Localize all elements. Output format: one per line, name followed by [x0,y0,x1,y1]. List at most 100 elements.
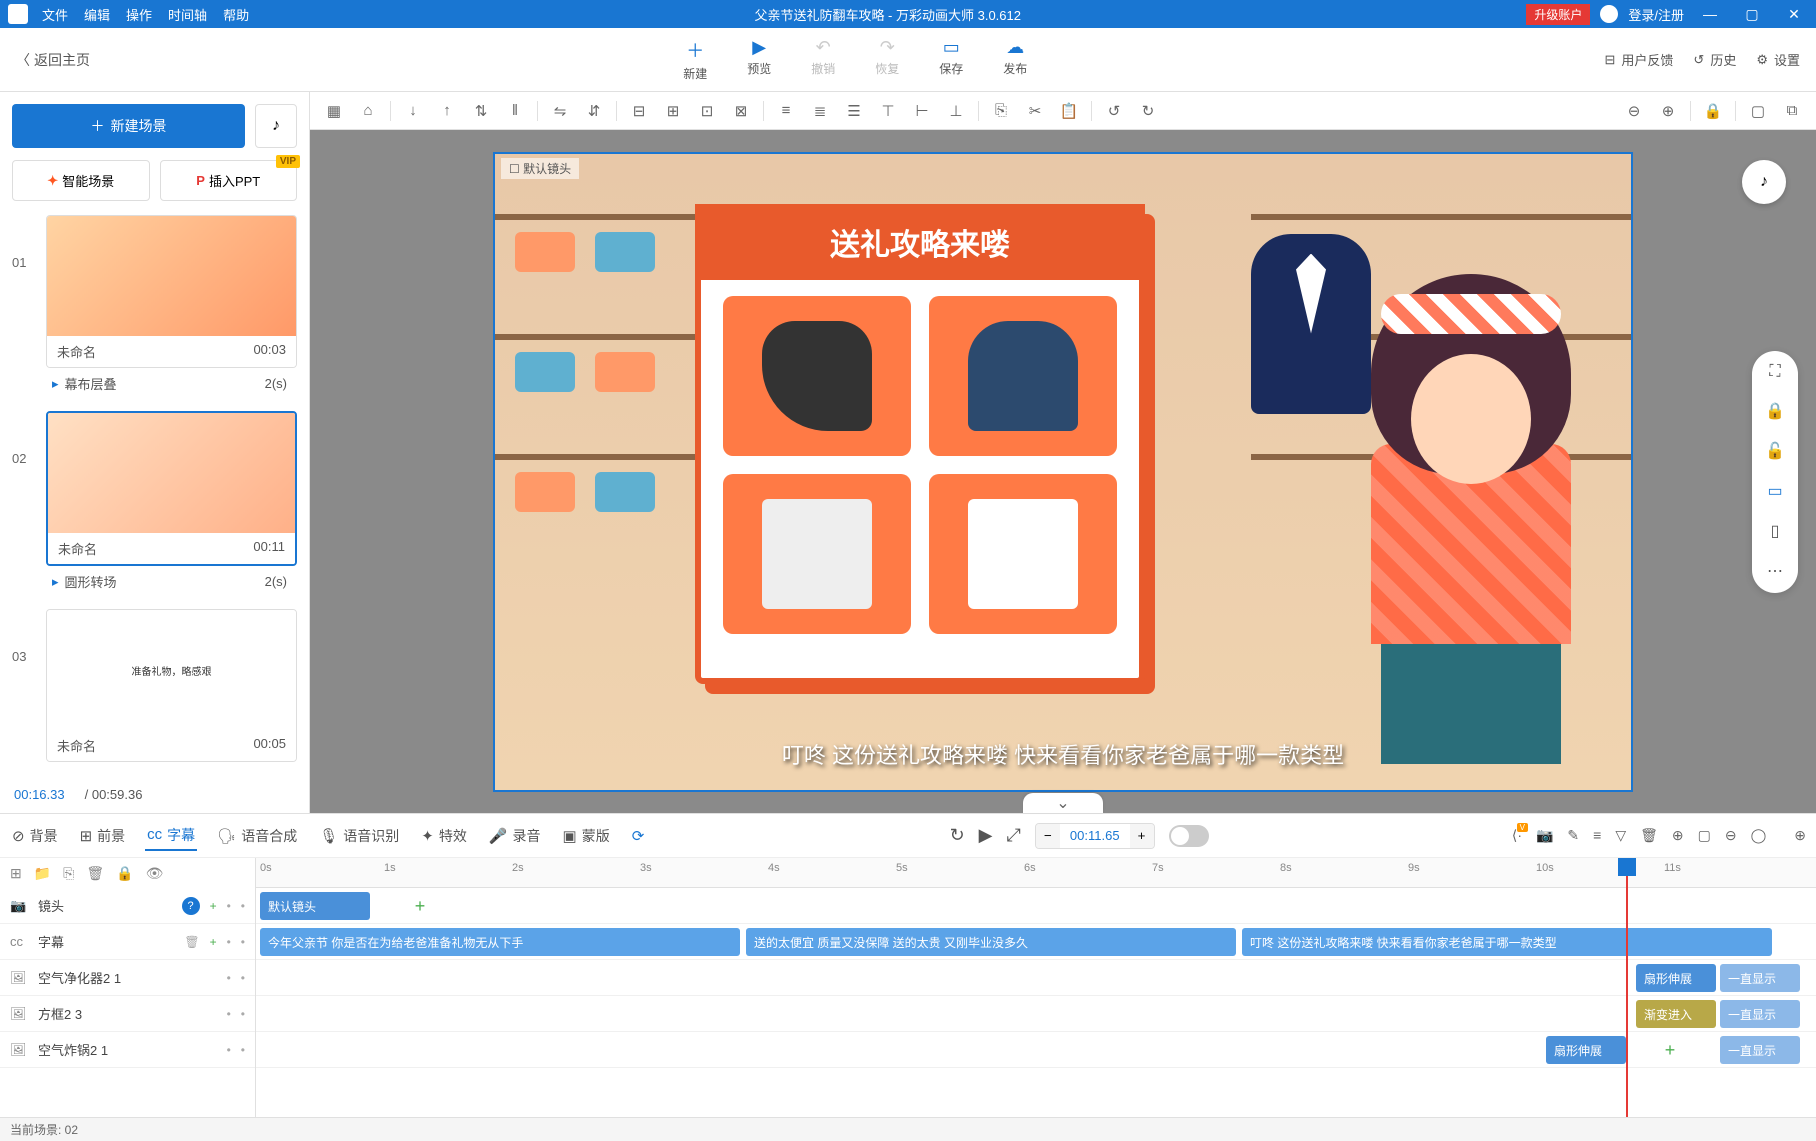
cut-icon[interactable]: ✂ [1019,97,1051,125]
canvas-music-button[interactable]: ♪ [1742,160,1786,204]
align-top-icon[interactable]: ⊤ [872,97,904,125]
add-track-icon[interactable]: ⊕ [1794,827,1806,844]
edit-icon[interactable]: ✎ [1567,827,1579,844]
play-button[interactable]: ▶ [979,825,993,846]
home-icon[interactable]: ⌂ [352,97,384,125]
dot-icon[interactable]: • [227,971,231,985]
flip-h-icon[interactable]: ⇋ [544,97,576,125]
track-header-image[interactable]: 🖼 方框2 3 • • [0,996,255,1032]
collapse-canvas-button[interactable]: ⌄ [1023,793,1103,813]
upload-icon[interactable]: ↑ [431,97,463,125]
align-mid-icon[interactable]: ⊢ [906,97,938,125]
scene-transition[interactable]: ▸圆形转场2(s) [12,566,297,597]
insert-ppt-button[interactable]: P插入PPTVIP [160,160,298,201]
tab-effects[interactable]: ✦特效 [419,822,469,850]
dot-icon[interactable]: • [227,899,231,913]
ai-scene-button[interactable]: ✦智能场景 [12,160,150,201]
dot-icon[interactable]: • [227,1043,231,1057]
effect-clip[interactable]: 一直显示 [1720,1036,1800,1064]
dot-icon[interactable]: • [241,899,245,913]
track-header-image[interactable]: 🖼 空气净化器2 1 • • [0,960,255,996]
track-header-subtitle[interactable]: cc 字幕 🗑 + • • [0,924,255,960]
menu-timeline[interactable]: 时间轴 [168,5,207,24]
redo-button[interactable]: ↷恢复 [875,37,899,82]
login-button[interactable]: 登录/注册 [1628,5,1684,24]
timeline-ruler[interactable]: 0s 1s 2s 3s 4s 5s 6s 7s 8s 9s 10s 11s [256,858,1816,888]
filter-icon[interactable]: ▽ [1615,827,1626,844]
lock-closed-icon[interactable]: 🔒 [1765,401,1785,421]
tab-asr[interactable]: 🎙语音识别 [317,822,401,850]
subtitle-clip[interactable]: 叮咚 这份送礼攻略来喽 快来看看你家老爸属于哪一款类型 [1242,928,1772,956]
menu-help[interactable]: 帮助 [223,5,249,24]
trash-icon[interactable]: 🗑 [1640,827,1658,844]
lock-group-icon[interactable]: ⊠ [725,97,757,125]
effect-clip[interactable]: 渐变进入 [1636,1000,1716,1028]
eye-icon[interactable]: 👁 [146,865,164,882]
zoom-fit-tl-icon[interactable]: ◯ [1751,827,1767,844]
flip-v-icon[interactable]: ⇵ [578,97,610,125]
layers-icon[interactable]: ▢ [1742,97,1774,125]
dot-icon[interactable]: • [241,971,245,985]
playhead[interactable] [1626,858,1628,1117]
back-home-button[interactable]: 〈 返回主页 [0,50,106,70]
trash-icon[interactable]: 🗑 [184,935,199,949]
menu-action[interactable]: 操作 [126,5,152,24]
effect-clip[interactable]: 扇形伸展 [1546,1036,1626,1064]
add-layer-icon[interactable]: ⊞ [10,865,22,882]
preview-button[interactable]: ▶预览 [747,37,771,82]
settings-button[interactable]: ⚙设置 [1756,50,1800,69]
new-scene-button[interactable]: ＋新建场景 [12,104,245,148]
desktop-icon[interactable]: ▭ [1767,481,1782,501]
scene-card-1[interactable]: 未命名00:03 [46,215,297,368]
timeline-track-layer[interactable]: 扇形伸展 + 一直显示 [256,1032,1816,1068]
tab-record[interactable]: 🎤录音 [487,822,543,850]
time-minus-button[interactable]: − [1036,824,1060,848]
marker-icon[interactable]: ▢ [1698,827,1711,844]
zoom-out-tl-icon[interactable]: ⊖ [1725,827,1737,844]
timeline-track-layer[interactable]: 扇形伸展 一直显示 [256,960,1816,996]
paste-icon[interactable]: 📋 [1053,97,1085,125]
dot-icon[interactable]: • [227,935,231,949]
lock-icon[interactable]: 🔒 [1697,97,1729,125]
expand-icon[interactable]: ⤢ [1007,825,1021,846]
publish-button[interactable]: ☁发布 [1003,37,1027,82]
subtitle-clip[interactable]: 送的太便宜 质量又没保障 送的太贵 又刚毕业没多久 [746,928,1236,956]
copy-layer-icon[interactable]: ⎘ [63,865,74,882]
help-icon[interactable]: ? [182,897,200,915]
effect-clip[interactable]: 一直显示 [1720,964,1800,992]
scene-card-2[interactable]: 未命名00:11 [46,411,297,566]
upgrade-account-button[interactable]: 升级账户 [1526,4,1590,25]
save-button[interactable]: ▭保存 [939,37,963,82]
bracket-in-icon[interactable]: ⟨·V [1512,827,1522,844]
rotate-left-icon[interactable]: ↺ [1098,97,1130,125]
add-keyframe-icon[interactable]: ⊕ [1672,827,1684,844]
table-icon[interactable]: ▦ [318,97,350,125]
mobile-icon[interactable]: ▯ [1771,521,1780,541]
align-right-icon[interactable]: ☰ [838,97,870,125]
timeline-track-camera[interactable]: 默认镜头 + [256,888,1816,924]
delete-layer-icon[interactable]: 🗑 [86,865,104,882]
timeline-tracks[interactable]: 0s 1s 2s 3s 4s 5s 6s 7s 8s 9s 10s 11s 默认… [256,858,1816,1117]
stack-icon[interactable]: ≡ [1593,827,1601,844]
maximize-button[interactable]: ▢ [1736,6,1768,23]
time-plus-button[interactable]: + [1130,824,1154,848]
tab-mask[interactable]: ▣蒙版 [561,822,612,850]
undo-button[interactable]: ↶撤销 [811,37,835,82]
sort-icon[interactable]: ⇅ [465,97,497,125]
dot-icon[interactable]: • [241,935,245,949]
add-icon[interactable]: + [210,935,217,949]
timeline-track-layer[interactable]: 渐变进入 一直显示 [256,996,1816,1032]
fit-screen-icon[interactable]: ⛶ [1769,363,1780,381]
folder-icon[interactable]: 📁 [34,865,51,882]
add-keyframe-button[interactable]: + [406,892,434,920]
align-bot-icon[interactable]: ⊥ [940,97,972,125]
scene-card-3[interactable]: 准备礼物，略感艰 未命名00:05 [46,609,297,762]
zoom-in-icon[interactable]: ⊕ [1652,97,1684,125]
dot-icon[interactable]: • [227,1007,231,1021]
lock-layer-icon[interactable]: 🔒 [116,865,133,882]
minimize-button[interactable]: — [1694,6,1726,22]
ungroup-icon[interactable]: ⊡ [691,97,723,125]
toggle-switch[interactable] [1169,825,1209,847]
tab-tts[interactable]: 🗣语音合成 [215,822,299,850]
more-icon[interactable]: ⋯ [1767,561,1783,581]
